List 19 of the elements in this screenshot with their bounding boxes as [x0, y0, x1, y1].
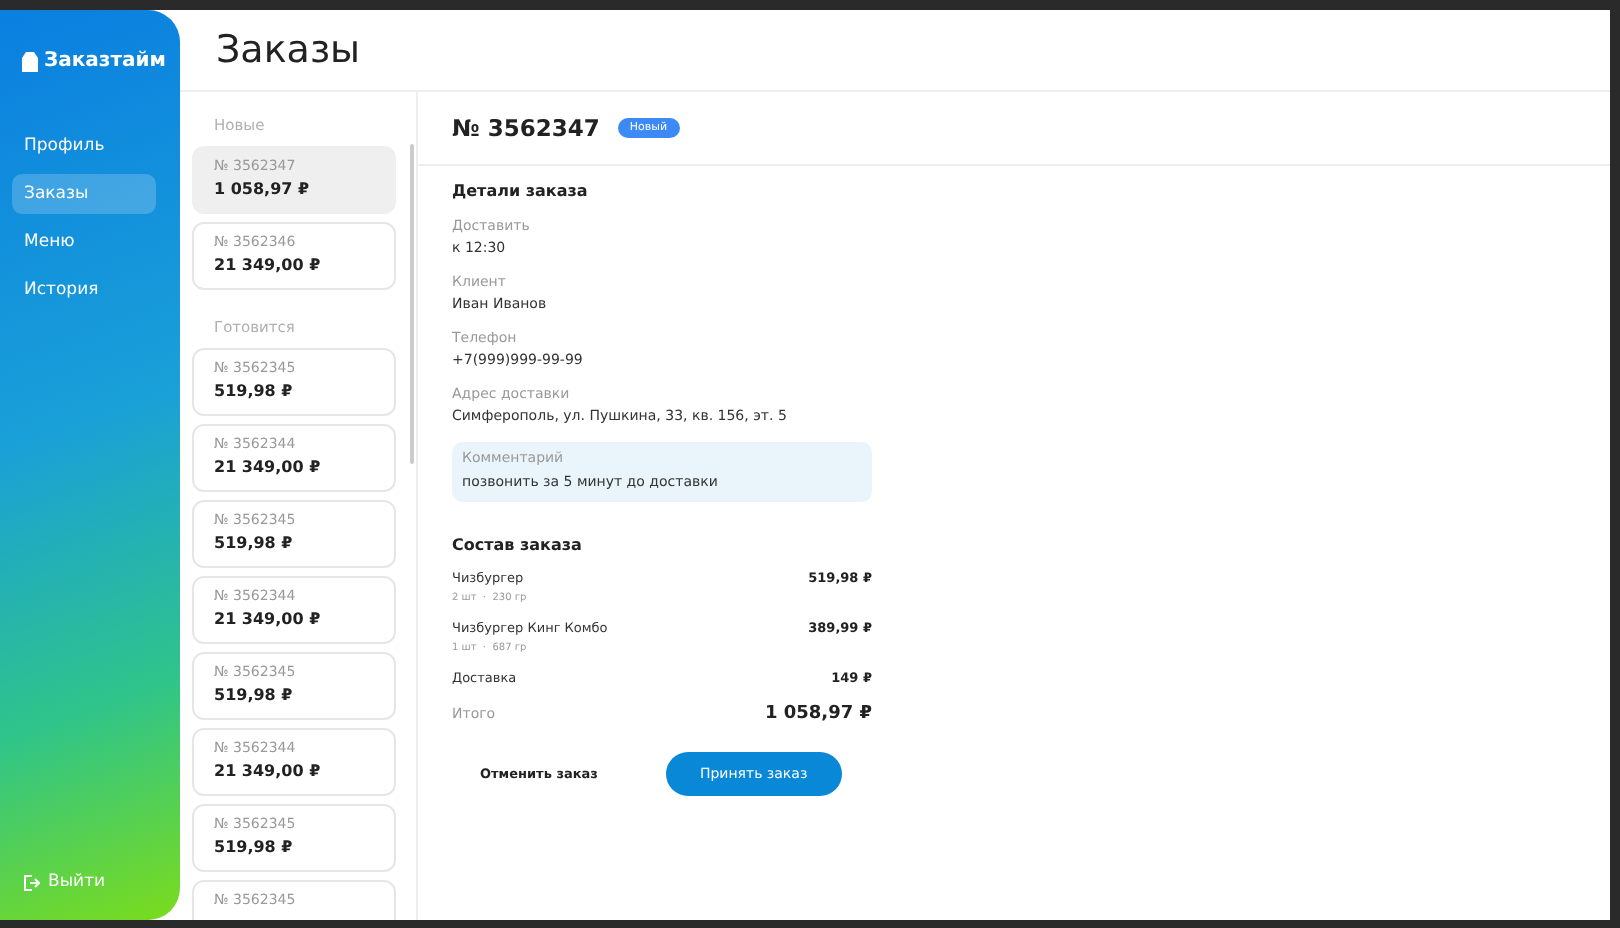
order-number-title: № 3562347 — [452, 114, 600, 142]
order-amount: 519,98 ₽ — [214, 838, 295, 856]
scrollbar[interactable] — [410, 144, 414, 464]
logout-icon — [22, 873, 40, 891]
section-title: Детали заказа — [452, 182, 590, 200]
section-title: Состав заказа — [452, 536, 584, 554]
order-amount: 519,98 ₽ — [214, 686, 295, 704]
order-amount: 21 349,00 ₽ — [214, 762, 323, 780]
total-price: 1 058,97 ₽ — [764, 704, 872, 724]
page-title: Заказы — [216, 28, 361, 72]
order-amount: 21 349,00 ₽ — [214, 458, 323, 476]
order-amount: 519,98 ₽ — [214, 534, 295, 552]
bag-icon — [22, 51, 38, 71]
order-amount: 519,98 ₽ — [214, 382, 295, 400]
nav-item[interactable]: Профиль — [12, 126, 156, 166]
order-amount: 1 058,97 ₽ — [214, 180, 312, 198]
order-amount: 21 349,00 ₽ — [214, 256, 323, 274]
order-amount: 21 349,00 ₽ — [214, 610, 323, 628]
logo-text: Заказтайм — [44, 50, 166, 72]
